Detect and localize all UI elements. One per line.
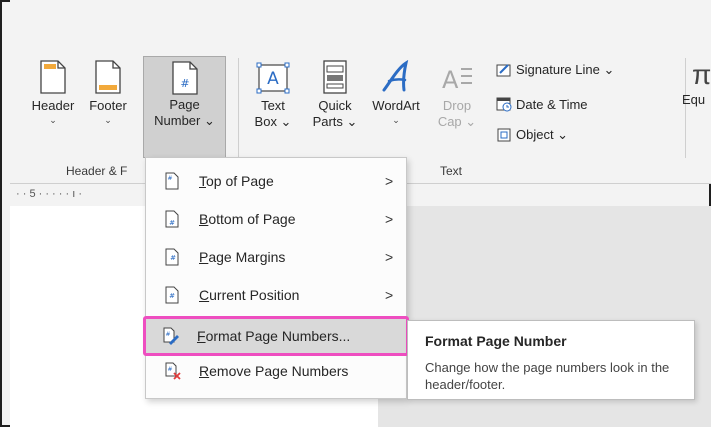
svg-text:#: #: [167, 175, 172, 182]
label-rest: ormat Page Numbers...: [205, 328, 351, 344]
footer-icon: [95, 60, 121, 94]
drop-cap-label-line1: Drop: [442, 98, 472, 113]
svg-text:#: #: [167, 366, 172, 373]
tooltip: Format Page Number Change how the page n…: [407, 320, 695, 400]
ruler-ticks: · · 5 · · · · · ı ·: [16, 188, 82, 200]
menu-item-current-position[interactable]: # Current Position >: [147, 276, 405, 314]
wordart-button[interactable]: WordArt ⌄: [365, 58, 427, 158]
equation-button[interactable]: π Equ: [680, 58, 711, 158]
menu-item-top-of-page[interactable]: # Top of Page >: [147, 162, 405, 200]
menu-item-bottom-of-page[interactable]: # Bottom of Page >: [147, 200, 405, 238]
signature-line-label: Signature Line ⌄: [516, 62, 615, 77]
menu-item-label: Top of Page: [199, 173, 274, 189]
mnemonic: F: [197, 328, 206, 344]
menu-item-label: Current Position: [199, 287, 299, 303]
mnemonic: R: [199, 363, 210, 379]
text-box-label-line2: Box ⌄: [254, 114, 292, 129]
svg-text:#: #: [165, 331, 170, 338]
menu-item-label: Format Page Numbers...: [197, 328, 350, 344]
svg-text:A: A: [442, 66, 459, 94]
object-icon: [497, 128, 511, 142]
menu-item-label: Page Margins: [199, 249, 285, 265]
chevron-down-icon: ⌄: [392, 115, 400, 125]
mnemonic: B: [199, 211, 209, 227]
menu-item-label: Remove Page Numbers: [199, 363, 348, 379]
page-number-label-line1: Page: [169, 97, 200, 112]
svg-text:A: A: [267, 69, 279, 89]
header-label: Header: [31, 98, 75, 113]
mnemonic: T: [199, 173, 206, 189]
quick-parts-label-line1: Quick: [318, 98, 352, 113]
footer-label: Footer: [89, 98, 127, 113]
page-current-position-icon: #: [165, 286, 179, 304]
submenu-arrow-icon: >: [385, 249, 394, 265]
date-time-button[interactable]: Date & Time: [496, 96, 588, 112]
label-rest: age Margins: [208, 249, 286, 265]
header-button[interactable]: Header ⌄: [28, 58, 78, 158]
page-number-menu: # Top of Page > # Bottom of Page > # Pag…: [145, 157, 407, 399]
equation-label: Equ: [682, 92, 706, 107]
menu-item-remove-page-numbers[interactable]: # Remove Page Numbers: [147, 352, 405, 390]
wordart-label: WordArt: [372, 98, 420, 113]
date-time-label: Date & Time: [516, 96, 588, 112]
footer-button[interactable]: Footer ⌄: [78, 58, 138, 158]
page-bottom-number-icon: #: [165, 210, 179, 228]
page-number-button[interactable]: # Page Number ⌄: [143, 56, 226, 158]
page-number-icon: #: [171, 61, 198, 95]
page-top-number-icon: #: [165, 172, 179, 190]
quick-parts-label-line2: Parts ⌄: [312, 114, 358, 129]
chevron-down-icon: ⌄: [49, 115, 57, 125]
chevron-down-icon: ⌄: [104, 115, 112, 125]
drop-cap-icon: A: [442, 66, 472, 94]
mnemonic: C: [199, 287, 210, 303]
label-rest: op of Page: [206, 173, 274, 189]
group-label-header-footer: Header & F: [66, 164, 128, 178]
page-number-label-line2: Number ⌄: [154, 113, 215, 128]
text-box-label-line1: Text: [261, 98, 285, 113]
object-button[interactable]: Object ⌄: [496, 127, 568, 143]
label-rest: emove Page Numbers: [209, 363, 349, 379]
signature-line-button[interactable]: Signature Line ⌄: [496, 62, 614, 78]
label-rest: ottom of Page: [208, 211, 296, 227]
ribbon-top: [10, 0, 711, 40]
svg-text:#: #: [169, 219, 175, 227]
wordart-icon: [382, 60, 409, 92]
svg-text:#: #: [169, 292, 175, 300]
group-label-text: Text: [440, 164, 463, 178]
mnemonic: P: [199, 249, 209, 265]
group-divider: [238, 58, 239, 158]
submenu-arrow-icon: >: [385, 211, 394, 227]
header-icon: [40, 60, 66, 94]
drop-cap-button[interactable]: A Drop Cap ⌄: [430, 58, 484, 158]
format-page-number-icon: #: [163, 327, 179, 345]
remove-page-number-icon: #: [165, 362, 181, 380]
calendar-clock-icon: [496, 97, 512, 112]
menu-item-page-margins[interactable]: # Page Margins >: [147, 238, 405, 276]
object-label: Object ⌄: [516, 127, 569, 142]
drop-cap-label-line2: Cap ⌄: [437, 114, 477, 129]
tooltip-title: Format Page Number: [425, 333, 567, 349]
submenu-arrow-icon: >: [385, 287, 394, 303]
pi-icon: π: [692, 59, 711, 90]
label-rest: urrent Position: [209, 287, 300, 303]
quick-parts-button[interactable]: Quick Parts ⌄: [306, 58, 364, 158]
submenu-arrow-icon: >: [385, 173, 394, 189]
svg-text:#: #: [170, 254, 176, 262]
text-box-icon: A: [256, 62, 290, 94]
page-margin-number-icon: #: [165, 248, 179, 266]
menu-item-format-page-numbers[interactable]: # Format Page Numbers...: [143, 316, 409, 356]
horizontal-ruler[interactable]: · · 5 · · · · · ı ·: [10, 184, 144, 206]
svg-text:#: #: [180, 77, 189, 90]
tooltip-body: Change how the page numbers look in the …: [425, 360, 670, 392]
menu-item-label: Bottom of Page: [199, 211, 296, 227]
signature-line-icon: [496, 64, 511, 77]
quick-parts-icon: [323, 60, 347, 94]
text-box-button[interactable]: A Text Box ⌄: [248, 58, 298, 158]
